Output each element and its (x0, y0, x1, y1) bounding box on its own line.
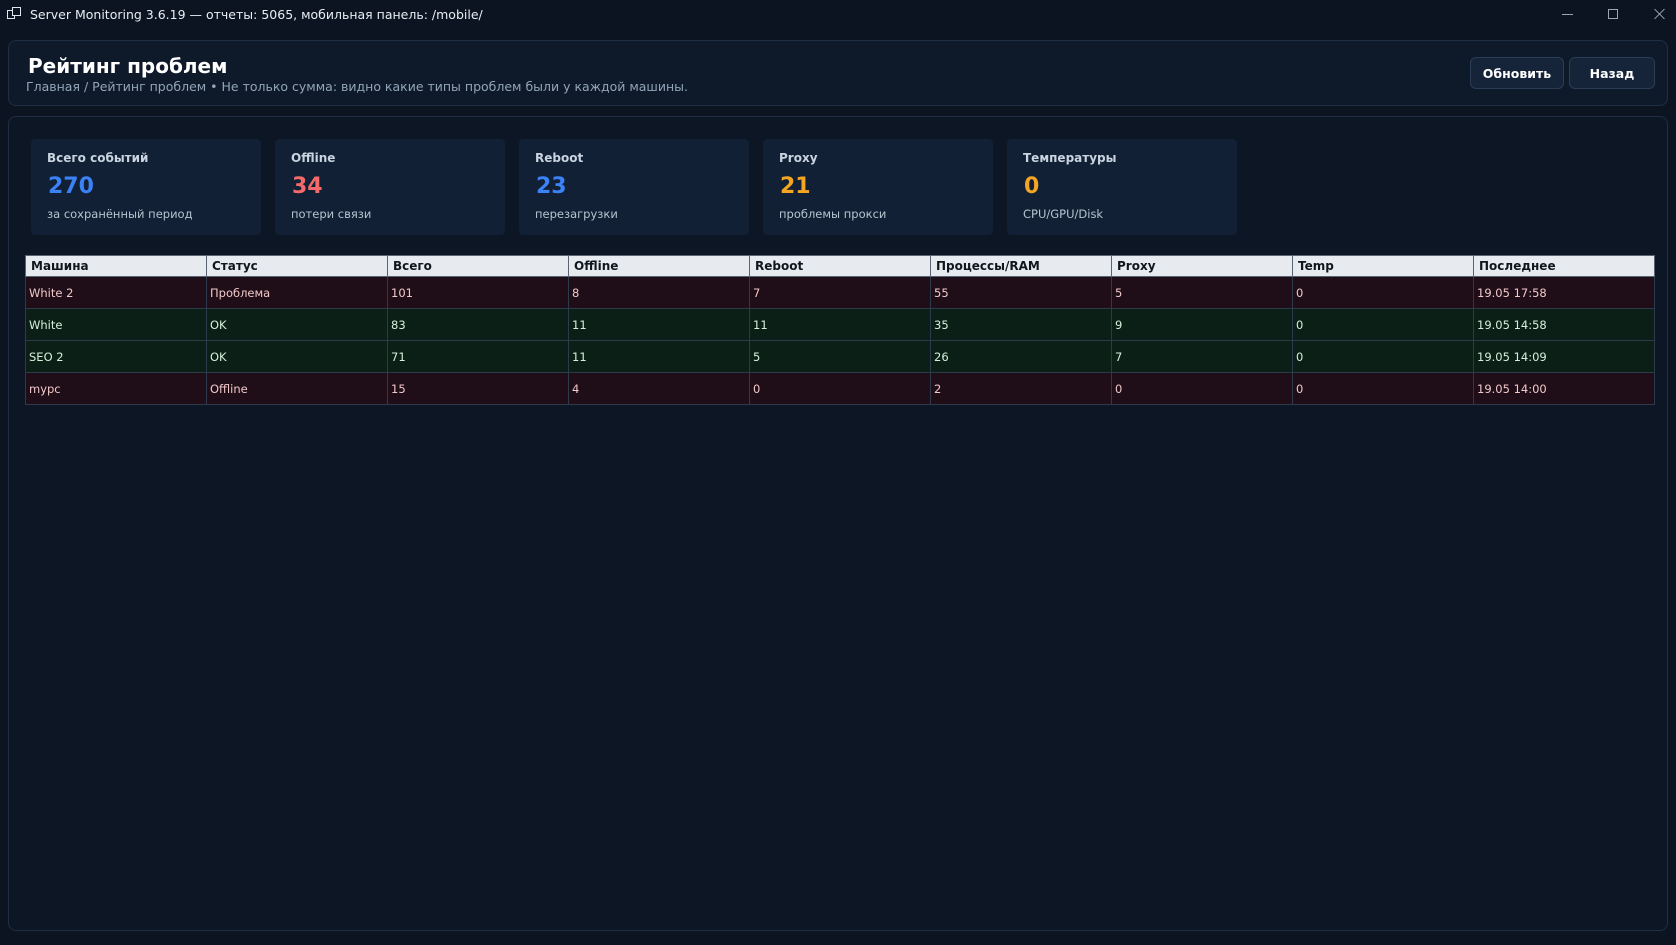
table-cell: 4 (568, 372, 750, 405)
table-cell: 19.05 14:00 (1473, 372, 1655, 405)
card-label: Offline (291, 151, 336, 165)
window-title: Server Monitoring 3.6.19 — отчеты: 5065,… (30, 6, 483, 22)
column-header-total[interactable]: Всего (387, 255, 569, 277)
column-header-machine[interactable]: Машина (25, 255, 207, 277)
table-cell: 11 (749, 308, 931, 341)
table-cell: 35 (930, 308, 1112, 341)
table-cell: 2 (930, 372, 1112, 405)
card-label: Температуры (1023, 151, 1117, 165)
table-cell: 0 (1292, 340, 1474, 373)
table-cell: mypc (25, 372, 207, 405)
table-cell: 0 (749, 372, 931, 405)
card-label: Reboot (535, 151, 584, 165)
card-value: 270 (48, 174, 94, 199)
table-row[interactable]: White 2 Проблема 101 8 7 55 5 0 19.05 17… (25, 276, 1655, 309)
card-label: Proxy (779, 151, 818, 165)
card-value: 23 (536, 174, 567, 199)
table-cell: White 2 (25, 276, 207, 309)
column-header-temp[interactable]: Temp (1292, 255, 1474, 277)
table-cell: 101 (387, 276, 569, 309)
table-cell: 19.05 17:58 (1473, 276, 1655, 309)
table-cell: 8 (568, 276, 750, 309)
card-proxy: Proxy 21 проблемы прокси (763, 139, 993, 235)
column-header-proxy[interactable]: Proxy (1111, 255, 1293, 277)
table-cell: 0 (1292, 276, 1474, 309)
table-cell: 11 (568, 308, 750, 341)
card-total-events: Всего событий 270 за сохранённый период (31, 139, 261, 235)
table-cell: White (25, 308, 207, 341)
table-cell: 5 (749, 340, 931, 373)
card-subtitle: CPU/GPU/Disk (1023, 207, 1104, 221)
app-icon (6, 6, 22, 22)
table-row[interactable]: SEO 2 OK 71 11 5 26 7 0 19.05 14:09 (25, 340, 1655, 373)
card-reboot: Reboot 23 перезагрузки (519, 139, 749, 235)
table-cell: 11 (568, 340, 750, 373)
table-row[interactable]: mypc Offline 15 4 0 2 0 0 19.05 14:00 (25, 372, 1655, 405)
card-subtitle: потери связи (291, 207, 372, 221)
refresh-button[interactable]: Обновить (1470, 57, 1564, 89)
card-value: 21 (780, 174, 811, 199)
maximize-icon (1608, 9, 1618, 19)
table-cell: 0 (1111, 372, 1293, 405)
title-bar: Server Monitoring 3.6.19 — отчеты: 5065,… (0, 0, 1676, 28)
column-header-status[interactable]: Статус (206, 255, 388, 277)
breadcrumb: Главная / Рейтинг проблем • Не только су… (26, 79, 689, 94)
table-cell: Проблема (206, 276, 388, 309)
table-cell: OK (206, 340, 388, 373)
column-header-reboot[interactable]: Reboot (749, 255, 931, 277)
close-icon (1653, 8, 1665, 20)
card-subtitle: проблемы прокси (779, 207, 887, 221)
problem-rating-table[interactable]: Машина Статус Всего Offline Reboot Проце… (25, 255, 1655, 405)
close-button[interactable] (1636, 0, 1676, 28)
header-panel: Рейтинг проблем Главная / Рейтинг пробле… (8, 40, 1668, 106)
minimize-icon (1561, 13, 1573, 15)
table-cell: 9 (1111, 308, 1293, 341)
table-cell: 5 (1111, 276, 1293, 309)
table-cell: 15 (387, 372, 569, 405)
card-subtitle: за сохранённый период (47, 207, 193, 221)
column-header-offline[interactable]: Offline (568, 255, 750, 277)
column-header-processes-ram[interactable]: Процессы/RAM (930, 255, 1112, 277)
column-header-last[interactable]: Последнее (1473, 255, 1655, 277)
table-row[interactable]: White OK 83 11 11 35 9 0 19.05 14:58 (25, 308, 1655, 341)
table-cell: SEO 2 (25, 340, 207, 373)
table-cell: OK (206, 308, 388, 341)
table-cell: Offline (206, 372, 388, 405)
table-cell: 71 (387, 340, 569, 373)
table-cell: 7 (749, 276, 931, 309)
card-value: 0 (1024, 174, 1040, 199)
table-cell: 0 (1292, 372, 1474, 405)
maximize-button[interactable] (1590, 0, 1636, 28)
table-cell: 19.05 14:09 (1473, 340, 1655, 373)
card-offline: Offline 34 потери связи (275, 139, 505, 235)
table-cell: 26 (930, 340, 1112, 373)
card-subtitle: перезагрузки (535, 207, 618, 221)
card-label: Всего событий (47, 151, 149, 165)
card-temperatures: Температуры 0 CPU/GPU/Disk (1007, 139, 1237, 235)
table-cell: 55 (930, 276, 1112, 309)
main-panel: Всего событий 270 за сохранённый период … (8, 116, 1668, 931)
page-title: Рейтинг проблем (28, 54, 228, 78)
table-header-row: Машина Статус Всего Offline Reboot Проце… (25, 255, 1655, 277)
table-cell: 7 (1111, 340, 1293, 373)
minimize-button[interactable] (1544, 0, 1590, 28)
table-cell: 0 (1292, 308, 1474, 341)
card-value: 34 (292, 174, 323, 199)
back-button[interactable]: Назад (1569, 57, 1655, 89)
table-cell: 19.05 14:58 (1473, 308, 1655, 341)
table-cell: 83 (387, 308, 569, 341)
